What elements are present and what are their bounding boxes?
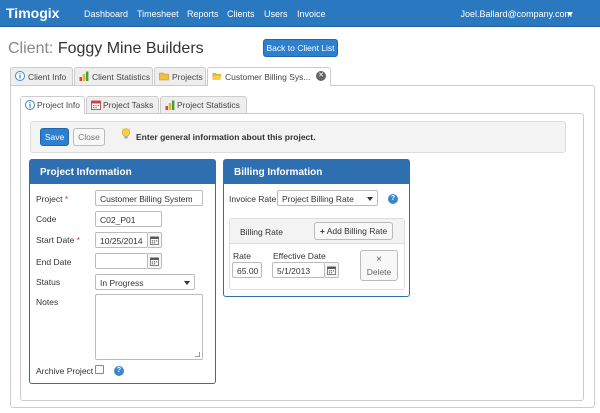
tab-label: Client Info <box>28 72 67 82</box>
project-information-heading: Project Information <box>30 160 215 184</box>
folder-open-icon <box>212 73 222 80</box>
billing-information-heading: Billing Information <box>224 160 409 184</box>
tab-client-statistics[interactable]: Client Statistics <box>74 67 153 85</box>
effective-date-input[interactable]: 5/1/2013 <box>272 262 325 278</box>
calendar-icon <box>150 236 159 245</box>
tab-client-info[interactable]: Client Info <box>10 67 73 85</box>
effective-date-calendar-button[interactable] <box>325 262 339 278</box>
calendar-icon <box>91 100 101 110</box>
resize-handle-icon[interactable] <box>195 352 200 357</box>
start-date-input[interactable]: 10/25/2014 <box>95 232 148 248</box>
plus-icon: + <box>319 226 325 236</box>
status-label: Status <box>36 277 61 287</box>
bar-chart-icon <box>79 71 89 81</box>
info-icon <box>25 100 35 110</box>
chevron-down-icon[interactable] <box>367 197 373 201</box>
required-mark: * <box>64 194 69 204</box>
brand-logo[interactable]: Timogix <box>6 5 59 21</box>
lightbulb-icon <box>121 128 131 139</box>
tab-label: Project Statistics <box>177 100 240 110</box>
tab-project-tasks[interactable]: Project Tasks <box>86 96 159 113</box>
notes-textarea[interactable] <box>95 294 203 360</box>
delete-billing-rate-button[interactable]: × Delete <box>360 250 398 281</box>
calendar-icon <box>327 266 336 275</box>
folder-icon <box>159 72 169 81</box>
calendar-icon <box>150 257 159 266</box>
project-label-text: Project <box>36 194 63 204</box>
end-date-input[interactable] <box>95 253 148 269</box>
add-billing-rate-button[interactable]: + Add Billing Rate <box>314 222 393 240</box>
project-label: Project * <box>36 194 68 204</box>
nav-dashboard[interactable]: Dashboard <box>84 9 128 19</box>
start-date-label: Start Date * <box>36 235 80 245</box>
tab-label: Client Statistics <box>92 72 151 82</box>
help-icon[interactable]: ? <box>114 366 124 376</box>
tab-label: Project Info <box>37 100 80 110</box>
tab-label: Projects <box>172 72 203 82</box>
nav-timesheet[interactable]: Timesheet <box>137 9 179 19</box>
delete-label: Delete <box>366 267 392 277</box>
tab-projects[interactable]: Projects <box>154 67 206 85</box>
start-date-label-text: Start Date <box>36 235 75 245</box>
nav-users[interactable]: Users <box>264 9 288 19</box>
user-menu-caret-icon[interactable] <box>567 12 573 16</box>
start-date-calendar-button[interactable] <box>148 232 162 248</box>
tab-label: Project Tasks <box>103 100 154 110</box>
end-date-label: End Date <box>36 257 72 267</box>
save-button[interactable]: Save <box>40 128 69 146</box>
project-name-input[interactable]: Customer Billing System <box>95 190 203 206</box>
add-billing-rate-label: Add Billing Rate <box>326 226 388 236</box>
tab-project-info[interactable]: Project Info <box>20 96 85 114</box>
tab-project-statistics[interactable]: Project Statistics <box>160 96 247 113</box>
tab-customer-billing-system[interactable]: Customer Billing Sys... ✕ <box>207 67 331 86</box>
page-title-prefix: Client: <box>8 40 54 57</box>
rate-input[interactable]: 65.00 <box>232 262 262 278</box>
delete-x-icon: × <box>376 254 382 265</box>
required-mark: * <box>76 235 80 245</box>
nav-invoice[interactable]: Invoice <box>297 9 326 19</box>
status-select[interactable]: In Progress <box>95 274 195 290</box>
code-input[interactable]: C02_P01 <box>95 211 162 227</box>
notes-label: Notes <box>36 297 59 307</box>
rate-label: Rate <box>233 251 251 261</box>
invoice-rate-select[interactable]: Project Billing Rate <box>277 190 378 206</box>
close-button[interactable]: Close <box>73 128 105 146</box>
billing-rate-heading: Billing Rate <box>240 227 283 237</box>
client-name: Foggy Mine Builders <box>57 40 204 57</box>
info-icon <box>15 71 25 81</box>
code-label: Code <box>36 214 57 224</box>
page-title: Client: Foggy Mine Builders <box>8 40 204 58</box>
help-icon[interactable]: ? <box>388 194 398 204</box>
bar-chart-icon <box>165 100 175 110</box>
end-date-calendar-button[interactable] <box>148 253 162 269</box>
user-menu[interactable]: Joel.Ballard@company.com <box>460 9 572 19</box>
close-tab-icon[interactable]: ✕ <box>316 71 326 81</box>
archive-project-checkbox[interactable] <box>95 365 104 374</box>
effective-date-label: Effective Date <box>273 251 326 261</box>
invoice-rate-label: Invoice Rate <box>229 194 277 204</box>
hint-text: Enter general information about this pro… <box>136 132 316 142</box>
archive-project-label: Archive Project <box>36 366 94 376</box>
nav-reports[interactable]: Reports <box>187 9 219 19</box>
chevron-down-icon[interactable] <box>184 281 190 285</box>
tab-label: Customer Billing Sys... <box>225 72 311 82</box>
nav-clients[interactable]: Clients <box>227 9 255 19</box>
back-to-client-list-button[interactable]: Back to Client List <box>263 39 338 57</box>
top-navbar: Timogix Dashboard Timesheet Reports Clie… <box>0 0 600 27</box>
